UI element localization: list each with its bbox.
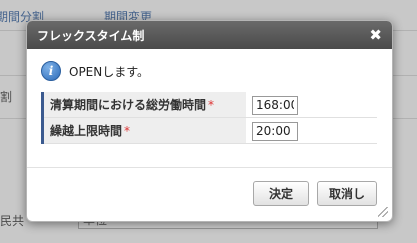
required-mark: * [208,98,215,112]
info-icon: i [41,61,61,81]
flextime-dialog: フレックスタイム制 ✖ i OPENします。 清算期間における総労働時間* 繰越… [26,20,393,222]
total-hours-input[interactable] [252,95,298,115]
form-row: 繰越上限時間 * [41,117,377,144]
carryover-limit-input[interactable] [252,121,298,141]
required-mark: * [124,124,131,138]
label-text: 繰越上限時間 [50,124,123,138]
form-row: 清算期間における総労働時間 * [41,92,377,118]
resize-handle-icon[interactable] [378,207,388,217]
close-icon[interactable]: ✖ [369,27,382,43]
field-label-total-hours: 清算期間における総労働時間 * [41,92,246,118]
dialog-title: フレックスタイム制 [37,28,145,43]
ok-button[interactable]: 決定 [253,181,309,206]
label-text: 清算期間における総労働時間 [50,98,207,112]
info-message: i OPENします。 [41,61,149,81]
settings-form: 清算期間における総労働時間* 繰越上限時間* [41,92,377,144]
field-cell [246,117,377,144]
field-label-carryover-limit: 繰越上限時間 * [41,117,246,144]
field-cell [246,92,377,118]
footer-divider [27,167,392,168]
cancel-button[interactable]: 取消し [317,181,377,206]
message-text: OPENします。 [69,64,150,79]
dialog-titlebar[interactable]: フレックスタイム制 ✖ [27,21,392,49]
